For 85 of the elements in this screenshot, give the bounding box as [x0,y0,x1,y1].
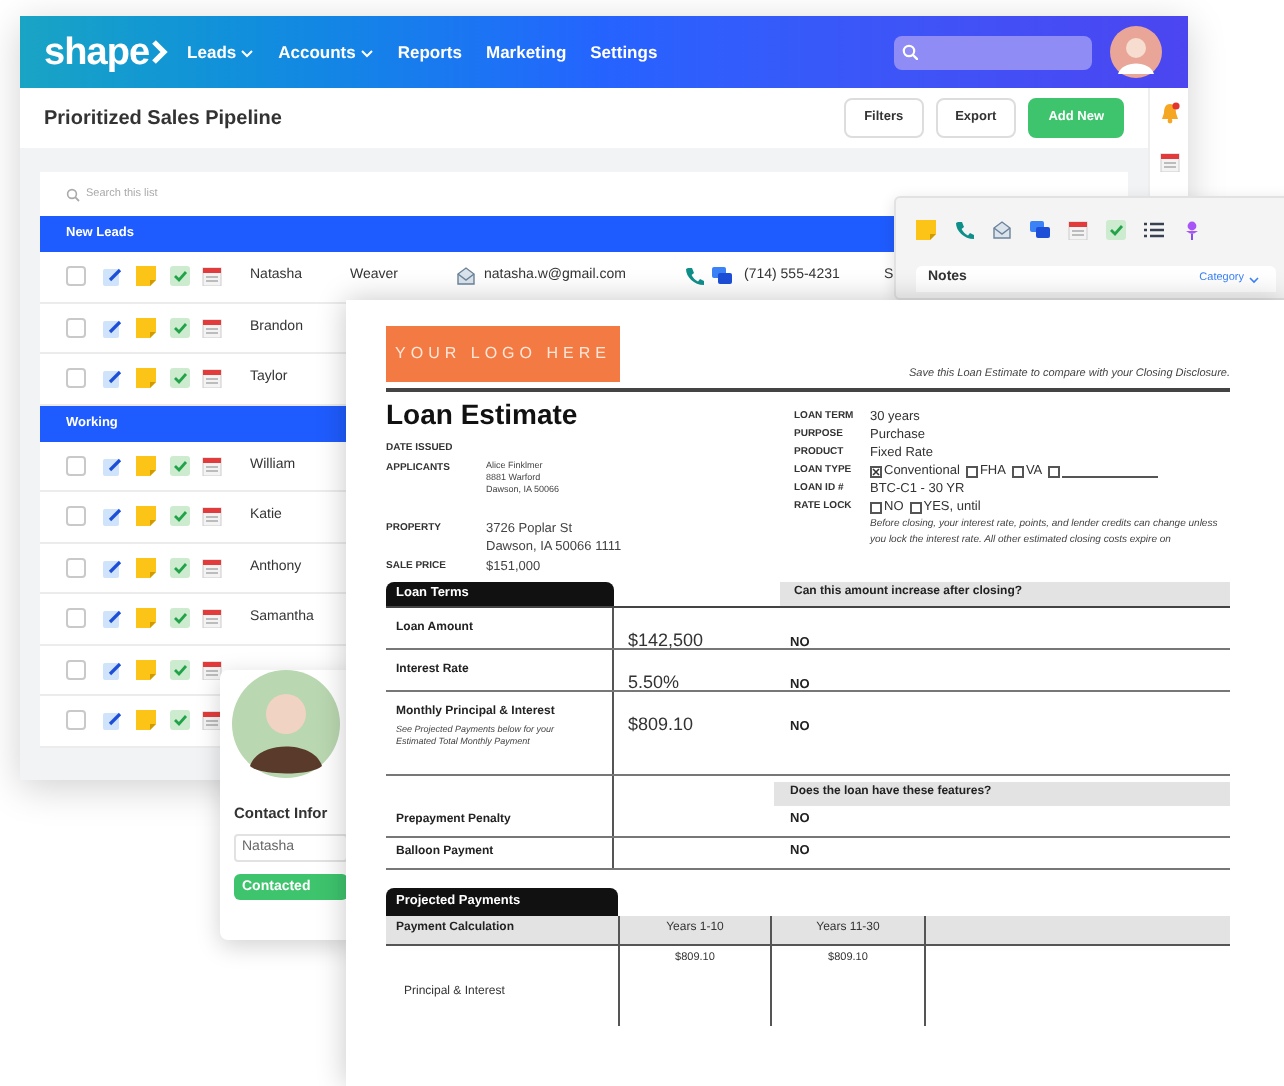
chat-icon[interactable] [1030,220,1050,240]
option-checkbox[interactable] [965,465,978,477]
sticky-note-icon[interactable] [136,455,156,476]
list-icon[interactable] [1144,220,1164,240]
search-field[interactable] [894,35,1092,69]
logo-banner: YOUR LOGO HERE [386,326,620,382]
logo-text: shape [44,33,150,71]
nav-link[interactable]: Marketing [485,39,567,65]
option-checkbox[interactable] [870,465,882,477]
search-icon [902,44,918,60]
sticky-note-icon[interactable] [136,317,156,338]
chevron-down-icon [1248,275,1260,283]
calendar-icon[interactable] [202,455,222,476]
phone-icon[interactable] [954,220,974,240]
check-icon[interactable] [170,710,190,731]
check-icon[interactable] [170,317,190,338]
envelope-icon[interactable] [992,220,1012,240]
sticky-note-icon[interactable] [136,506,156,527]
edit-icon[interactable] [102,506,122,527]
option-checkbox[interactable] [1011,465,1024,477]
row-checkbox[interactable] [66,608,86,629]
row-checkbox[interactable] [66,710,86,731]
check-icon[interactable] [1106,220,1126,240]
row-checkbox[interactable] [66,506,86,527]
pin-icon[interactable] [1182,220,1202,240]
sticky-note-icon[interactable] [136,710,156,731]
chat-icon[interactable] [712,266,732,287]
row-checkbox[interactable] [66,266,86,287]
chevron-down-icon [359,47,374,57]
check-icon[interactable] [170,506,190,527]
avatar-icon [1110,26,1162,78]
term-value: $809.10 [628,713,694,733]
row-checkbox[interactable] [66,659,86,680]
edit-icon[interactable] [102,368,122,389]
sticky-note-icon[interactable] [136,368,156,389]
chevron-down-icon [240,47,255,57]
row-checkbox[interactable] [66,368,86,389]
check-icon[interactable] [170,368,190,389]
calendar-icon[interactable] [202,659,222,680]
bell-icon[interactable] [1159,102,1179,124]
calendar-icon[interactable] [202,710,222,731]
calendar-icon[interactable] [202,506,222,527]
sticky-note-icon[interactable] [136,557,156,578]
row-checkbox[interactable] [66,557,86,578]
sticky-note-icon[interactable] [136,659,156,680]
option-checkbox[interactable] [1048,465,1061,477]
row-checkbox[interactable] [66,455,86,476]
nav-link[interactable]: Leads [187,39,255,65]
term-value: $142,500 [628,629,704,649]
sticky-note-icon[interactable] [136,266,156,287]
check-icon[interactable] [170,455,190,476]
calendar-icon[interactable] [202,266,222,287]
edit-icon[interactable] [102,317,122,338]
x-mark-icon [872,467,880,475]
edit-icon[interactable] [102,266,122,287]
option-checkbox[interactable] [909,501,922,513]
logo-chevron-icon [151,40,168,64]
calendar-icon[interactable] [202,317,222,338]
calendar-icon[interactable] [202,368,222,389]
option-checkbox[interactable] [870,501,882,513]
calendar-icon[interactable] [1068,220,1088,240]
check-icon[interactable] [170,608,190,629]
edit-icon[interactable] [102,710,122,731]
edit-icon[interactable] [102,455,122,476]
edit-icon[interactable] [102,557,122,578]
sticky-note-icon[interactable] [916,220,936,240]
calendar-icon[interactable] [202,608,222,629]
edit-icon[interactable] [102,608,122,629]
phone-icon[interactable] [684,266,704,287]
search-icon [66,187,80,201]
check-icon[interactable] [170,557,190,578]
term-value: 5.50% [628,671,680,691]
nav-link[interactable]: Reports [397,39,462,65]
page-title: Prioritized Sales Pipeline [44,105,284,133]
envelope-icon[interactable] [456,266,476,287]
check-icon[interactable] [170,659,190,680]
nav-link[interactable]: Accounts [278,39,374,65]
calendar-icon[interactable] [1159,152,1179,172]
check-icon[interactable] [170,266,190,287]
sticky-note-icon[interactable] [136,608,156,629]
avatar-icon [232,670,340,778]
edit-icon[interactable] [102,659,122,680]
row-checkbox[interactable] [66,317,86,338]
calendar-icon[interactable] [202,557,222,578]
nav-link[interactable]: Settings [590,39,658,65]
